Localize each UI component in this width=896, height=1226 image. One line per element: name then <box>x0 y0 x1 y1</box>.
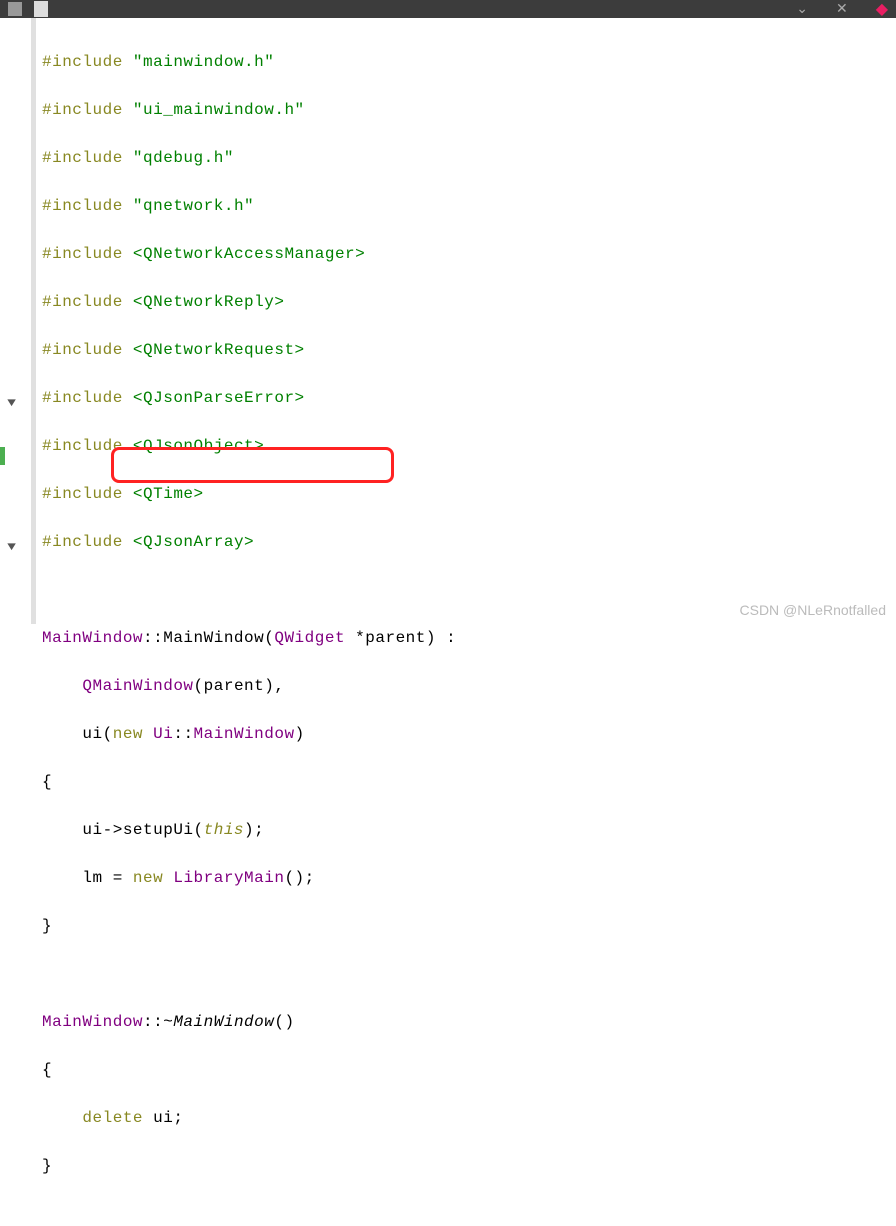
document-icon[interactable] <box>34 1 48 17</box>
code-line: } <box>42 914 896 938</box>
code-line: MainWindow::~MainWindow() <box>42 1010 896 1034</box>
code-line: #include "qnetwork.h" <box>42 194 896 218</box>
code-line: ui(new Ui::MainWindow) <box>42 722 896 746</box>
code-line: { <box>42 770 896 794</box>
code-line: ui->setupUi(this); <box>42 818 896 842</box>
editor-wrap: ▼ ▼ #include "mainwindow.h" #include "ui… <box>0 18 896 624</box>
fold-icon[interactable]: ▼ <box>7 540 16 554</box>
code-line: MainWindow::MainWindow(QWidget *parent) … <box>42 626 896 650</box>
code-line: } <box>42 1154 896 1178</box>
toolbar-left-group <box>8 1 48 17</box>
code-line: #include <QNetworkReply> <box>42 290 896 314</box>
code-line: #include "qdebug.h" <box>42 146 896 170</box>
code-line: QMainWindow(parent), <box>42 674 896 698</box>
code-line: #include <QTime> <box>42 482 896 506</box>
code-line: #include <QJsonParseError> <box>42 386 896 410</box>
code-line: #include <QJsonObject> <box>42 434 896 458</box>
code-line: #include <QJsonArray> <box>42 530 896 554</box>
chevron-down-icon[interactable]: ⌄ <box>796 1 808 18</box>
close-icon[interactable]: ✕ <box>836 1 848 18</box>
toolbar-square-icon[interactable] <box>8 2 22 16</box>
code-line: #include "mainwindow.h" <box>42 50 896 74</box>
toolbar-right-group: ⌄ ✕ ◆ <box>796 0 888 19</box>
code-line: { <box>42 1058 896 1082</box>
code-line: #include <QNetworkRequest> <box>42 338 896 362</box>
bookmark-icon[interactable]: ◆ <box>876 0 888 19</box>
code-line: lm = new LibraryMain(); <box>42 866 896 890</box>
code-line <box>42 962 896 986</box>
code-line: delete ui; <box>42 1106 896 1130</box>
code-area[interactable]: #include "mainwindow.h" #include "ui_mai… <box>36 18 896 624</box>
code-line: #include <QNetworkAccessManager> <box>42 242 896 266</box>
code-line <box>42 578 896 602</box>
gutter[interactable]: ▼ ▼ <box>0 18 32 624</box>
code-line: #include "ui_mainwindow.h" <box>42 98 896 122</box>
editor-toolbar: ⌄ ✕ ◆ <box>0 0 896 18</box>
change-marker <box>0 447 5 465</box>
fold-icon[interactable]: ▼ <box>7 396 16 410</box>
watermark: CSDN @NLeRnotfalled <box>740 602 887 618</box>
